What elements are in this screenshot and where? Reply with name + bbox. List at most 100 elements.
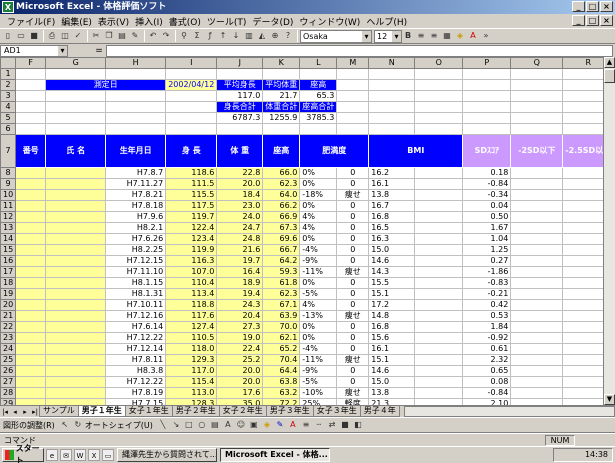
menu-file[interactable]: ファイル(F) — [4, 15, 58, 28]
sitting-height-cell[interactable]: 63.8 — [262, 376, 301, 388]
height-cell[interactable]: 119.9 — [165, 244, 218, 256]
column-header[interactable]: L — [299, 57, 338, 69]
header-sd-score[interactable]: SDｽｺｱ — [462, 134, 512, 168]
sitting-height-cell[interactable]: 62.3 — [262, 288, 301, 300]
row-header[interactable]: 13 — [0, 222, 17, 234]
sitting-height-cell[interactable]: 65.2 — [262, 343, 301, 355]
bmi-cell[interactable]: 16.3 — [368, 233, 416, 245]
height-cell[interactable]: 115.4 — [165, 376, 218, 388]
weight-cell[interactable]: 23.0 — [216, 200, 264, 212]
sd-score-cell[interactable]: 0.27 — [462, 255, 512, 267]
avg-weight-cell[interactable]: 21.7 — [262, 90, 301, 102]
obesity-class-cell[interactable]: 0 — [336, 288, 370, 300]
cell[interactable] — [165, 68, 218, 80]
number-cell[interactable] — [15, 321, 47, 333]
cell[interactable] — [336, 112, 370, 124]
cell[interactable] — [510, 123, 564, 135]
cell[interactable] — [510, 112, 564, 124]
cell[interactable] — [414, 112, 464, 124]
obesity-class-cell[interactable]: 0 — [336, 255, 370, 267]
doc-minimize-button[interactable]: _ — [572, 15, 585, 26]
doc-close-button[interactable]: × — [600, 15, 613, 26]
sum-sitting-label-cell[interactable]: 座高合計 — [299, 101, 338, 113]
header-weight[interactable]: 体 重 — [216, 134, 264, 168]
column-header[interactable]: M — [336, 57, 370, 69]
weight-cell[interactable]: 16.4 — [216, 266, 264, 278]
number-cell[interactable] — [15, 387, 47, 399]
sum-height-label-cell[interactable]: 身長合計 — [216, 101, 264, 113]
redo-icon[interactable]: ↷ — [160, 30, 172, 42]
birthdate-cell[interactable]: H7.10.11 — [105, 299, 167, 311]
bmi-cell[interactable]: 16.2 — [368, 167, 416, 179]
height-cell[interactable]: 118.0 — [165, 343, 218, 355]
minus-2sd-cell[interactable] — [510, 310, 564, 322]
obesity-cell[interactable]: -11% — [299, 266, 338, 278]
birthdate-cell[interactable]: H7.8.18 — [105, 200, 167, 212]
bmi-cell[interactable]: 16.7 — [368, 200, 416, 212]
cut-icon[interactable]: ✂ — [90, 30, 102, 42]
menu-help[interactable]: ヘルプ(H) — [363, 15, 410, 28]
bmi-cell[interactable]: 13.8 — [368, 189, 416, 201]
sitting-height-cell[interactable]: 67.1 — [262, 299, 301, 311]
sitting-height-cell[interactable]: 63.9 — [262, 310, 301, 322]
cell[interactable] — [336, 68, 370, 80]
sitting-height-cell[interactable]: 66.9 — [262, 211, 301, 223]
spreadsheet-grid[interactable]: F G H I J K L M N O P Q R 1 2 測定日 2002/0… — [0, 57, 615, 405]
minus-2sd-cell[interactable] — [510, 255, 564, 267]
menu-window[interactable]: ウィンドウ(W) — [296, 15, 363, 28]
sheet-tab-boys-1[interactable]: 男子１年生 — [77, 406, 126, 417]
cell[interactable] — [45, 101, 107, 113]
birthdate-cell[interactable]: H7.12.15 — [105, 255, 167, 267]
sitting-height-cell[interactable]: 63.2 — [262, 387, 301, 399]
number-cell[interactable] — [15, 233, 47, 245]
bmi-cell[interactable]: 13.8 — [368, 387, 416, 399]
minus-2sd-cell[interactable] — [510, 387, 564, 399]
sd-score-cell[interactable]: 1.25 — [462, 244, 512, 256]
scroll-up-icon[interactable]: ▲ — [604, 57, 615, 68]
paste-icon[interactable]: ▤ — [116, 30, 128, 42]
weight-cell[interactable]: 21.6 — [216, 244, 264, 256]
sort-asc-icon[interactable]: ↑ — [217, 30, 229, 42]
weight-cell[interactable]: 20.0 — [216, 365, 264, 377]
column-header[interactable]: K — [262, 57, 301, 69]
obesity-cell[interactable]: 0% — [299, 277, 338, 289]
menu-tools[interactable]: ツール(T) — [204, 15, 250, 28]
name-cell[interactable] — [45, 167, 107, 179]
column-header[interactable]: Q — [510, 57, 564, 69]
birthdate-cell[interactable]: H7.11.10 — [105, 266, 167, 278]
cell[interactable] — [105, 101, 167, 113]
avg-sitting-label-cell[interactable]: 座高 — [299, 79, 338, 91]
cell[interactable] — [165, 123, 218, 135]
minus-2sd-cell[interactable] — [510, 376, 564, 388]
obesity-cell[interactable]: -10% — [299, 387, 338, 399]
birthdate-cell[interactable]: H8.3.8 — [105, 365, 167, 377]
cell[interactable] — [414, 167, 464, 179]
cell[interactable] — [414, 277, 464, 289]
name-cell[interactable] — [45, 266, 107, 278]
obesity-class-cell[interactable]: 0 — [336, 321, 370, 333]
birthdate-cell[interactable]: H7.12.22 — [105, 376, 167, 388]
obesity-cell[interactable]: -5% — [299, 376, 338, 388]
select-pointer-icon[interactable]: ↖ — [59, 419, 71, 431]
row-header[interactable]: 21 — [0, 310, 17, 322]
row-header[interactable]: 6 — [0, 123, 17, 135]
obesity-class-cell[interactable]: 0 — [336, 343, 370, 355]
height-cell[interactable]: 129.3 — [165, 354, 218, 366]
formula-equals[interactable]: = — [92, 46, 106, 56]
bmi-cell[interactable]: 15.1 — [368, 354, 416, 366]
height-cell[interactable]: 117.0 — [165, 365, 218, 377]
sheet-tab-boys-4[interactable]: 男子４年 — [359, 406, 400, 417]
cell[interactable] — [414, 343, 464, 355]
obesity-class-cell[interactable]: 0 — [336, 167, 370, 179]
number-cell[interactable] — [15, 365, 47, 377]
obesity-class-cell[interactable]: 0 — [336, 299, 370, 311]
minus-2sd-cell[interactable] — [510, 233, 564, 245]
minus-2sd-cell[interactable] — [510, 167, 564, 179]
birthdate-cell[interactable]: H7.8.21 — [105, 189, 167, 201]
avg-height-label-cell[interactable]: 平均身長 — [216, 79, 264, 91]
number-cell[interactable] — [15, 299, 47, 311]
height-cell[interactable]: 117.5 — [165, 200, 218, 212]
row-header[interactable]: 25 — [0, 354, 17, 366]
sitting-height-cell[interactable]: 62.3 — [262, 178, 301, 190]
obesity-cell[interactable]: 0% — [299, 332, 338, 344]
